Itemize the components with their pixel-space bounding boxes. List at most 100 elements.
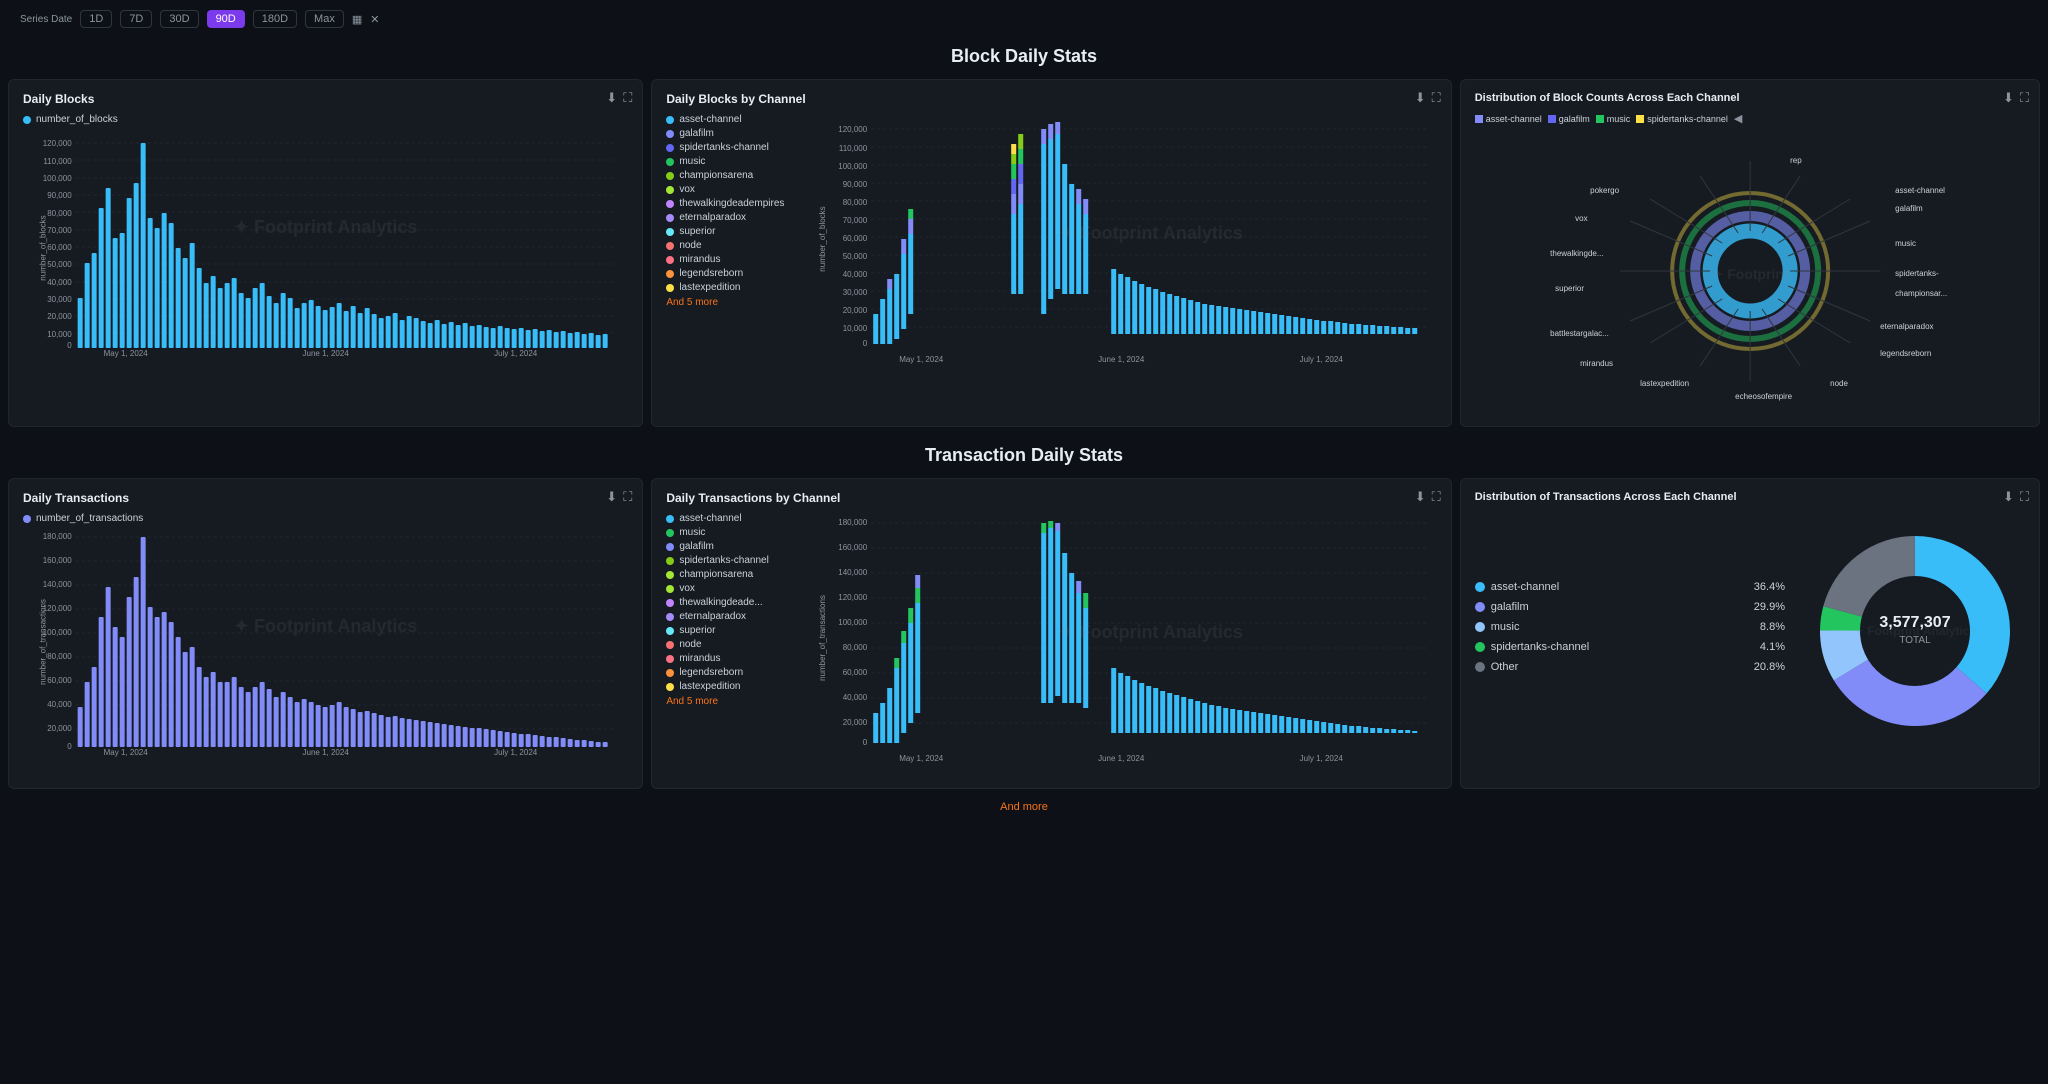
blocks-channel-more[interactable]: And 5 more	[666, 297, 796, 308]
svg-text:battlestargalac...: battlestargalac...	[1550, 329, 1609, 338]
and-more-link[interactable]: And more	[0, 793, 2048, 821]
donut-label-galafilm: galafilm	[1491, 601, 1748, 613]
svg-text:championsаr...: championsаr...	[1895, 289, 1947, 298]
svg-text:rep: rep	[1790, 156, 1802, 165]
btn-1d[interactable]: 1D	[80, 10, 112, 28]
dist-blocks-legend-chips: asset-channel galafilm music spidertanks…	[1475, 112, 2025, 125]
panel6-icons: ⬇ ⛶	[2003, 489, 2029, 505]
btn-180d[interactable]: 180D	[253, 10, 297, 28]
transactions-row: Daily Transactions ⬇ ⛶ number_of_transac…	[0, 478, 2048, 789]
legend-label-tx: number_of_transactions	[36, 513, 143, 524]
tx-channel-chart: number_of_transactions 180,000 160,000 1…	[806, 513, 1436, 776]
btn-30d[interactable]: 30D	[160, 10, 198, 28]
legend-mirandus: mirandus	[666, 254, 796, 265]
legend-dot-tx	[23, 515, 31, 523]
svg-text:0: 0	[67, 341, 72, 350]
panel2-icons: ⬇ ⛶	[1415, 90, 1441, 106]
download-icon3[interactable]: ⬇	[2003, 90, 2014, 106]
svg-text:80,000: 80,000	[843, 198, 868, 207]
btn-90d[interactable]: 90D	[207, 10, 245, 28]
panel5-icons: ⬇ ⛶	[1415, 489, 1441, 505]
svg-text:50,000: 50,000	[47, 260, 72, 269]
svg-text:spidertanks-: spidertanks-	[1895, 269, 1939, 278]
dot-spidertanks	[1475, 642, 1485, 652]
svg-text:60,000: 60,000	[47, 243, 72, 252]
expand-icon5[interactable]: ⛶	[1432, 489, 1441, 505]
svg-text:vox: vox	[1575, 214, 1587, 223]
distribution-tx-title: Distribution of Transactions Across Each…	[1475, 491, 1915, 503]
svg-text:number_of_blocks: number_of_blocks	[819, 206, 828, 271]
blocks-row: Daily Blocks ⬇ ⛶ number_of_blocks 120,00…	[0, 79, 2048, 427]
expand-icon4[interactable]: ⛶	[623, 489, 632, 505]
svg-text:20,000: 20,000	[843, 306, 868, 315]
close-icon[interactable]: ✕	[370, 13, 379, 26]
expand-icon[interactable]: ⛶	[623, 90, 632, 106]
distribution-tx-panel: Distribution of Transactions Across Each…	[1460, 478, 2040, 789]
arrow-right-icon[interactable]: ◀	[1734, 112, 1742, 125]
svg-text:10,000: 10,000	[47, 330, 72, 339]
svg-text:asset-channel: asset-channel	[1895, 186, 1945, 195]
svg-text:echeosofempire: echeosofempire	[1735, 392, 1792, 401]
calendar-icon[interactable]: ▦	[352, 13, 362, 26]
download-icon5[interactable]: ⬇	[1415, 489, 1426, 505]
daily-blocks-panel: Daily Blocks ⬇ ⛶ number_of_blocks 120,00…	[8, 79, 643, 427]
tx-channel-more[interactable]: And 5 more	[666, 696, 796, 707]
legend-eternal: eternalparadox	[666, 212, 796, 223]
svg-text:June 1, 2024: June 1, 2024	[303, 748, 350, 757]
legend-label-blocks: number_of_blocks	[36, 114, 118, 125]
svg-text:20,000: 20,000	[47, 312, 72, 321]
download-icon2[interactable]: ⬇	[1415, 90, 1426, 106]
download-icon[interactable]: ⬇	[606, 90, 617, 106]
tx-legend-node: node	[666, 639, 796, 650]
daily-tx-chart: 180,000 160,000 140,000 120,000 100,000 …	[23, 527, 628, 760]
svg-text:June 1, 2024: June 1, 2024	[303, 349, 350, 358]
daily-tx-channel-title: Daily Transactions by Channel	[666, 491, 1436, 505]
svg-text:160,000: 160,000	[43, 556, 72, 565]
svg-text:100,000: 100,000	[839, 618, 868, 627]
tx-legend-legends: legendsreborn	[666, 667, 796, 678]
download-icon6[interactable]: ⬇	[2003, 489, 2014, 505]
expand-icon6[interactable]: ⛶	[2020, 489, 2029, 505]
daily-transactions-panel: Daily Transactions ⬇ ⛶ number_of_transac…	[8, 478, 643, 789]
svg-text:30,000: 30,000	[47, 295, 72, 304]
svg-text:140,000: 140,000	[43, 580, 72, 589]
svg-text:mirandus: mirandus	[1580, 359, 1613, 368]
dot-other	[1475, 662, 1485, 672]
tx-legend-mirandus: mirandus	[666, 653, 796, 664]
tx-legend-champions: championsarena	[666, 569, 796, 580]
distribution-blocks-title: Distribution of Block Counts Across Each…	[1475, 92, 1915, 104]
expand-icon2[interactable]: ⛶	[1432, 90, 1441, 106]
expand-icon3[interactable]: ⛶	[2020, 90, 2029, 106]
donut-pct-spidertanks: 4.1%	[1760, 641, 1785, 653]
svg-text:70,000: 70,000	[47, 226, 72, 235]
svg-text:number_of_blocks: number_of_blocks	[39, 215, 48, 280]
panel4-icons: ⬇ ⛶	[606, 489, 632, 505]
dot-music	[1475, 622, 1485, 632]
svg-text:eternalparadox: eternalparadox	[1880, 322, 1933, 331]
svg-text:40,000: 40,000	[843, 270, 868, 279]
legend-champions: championsarena	[666, 170, 796, 181]
donut-legend-asset: asset-channel 36.4%	[1475, 581, 1785, 593]
donut-section: asset-channel 36.4% galafilm 29.9% music…	[1475, 511, 2025, 751]
btn-max[interactable]: Max	[305, 10, 344, 28]
svg-text:140,000: 140,000	[839, 568, 868, 577]
donut-chart-container: 3,577,307 TOTAL ✦ Footprint Analytics	[1805, 521, 2025, 741]
svg-text:number_of_transactions: number_of_transactions	[819, 595, 828, 681]
legend-node: node	[666, 240, 796, 251]
svg-text:20,000: 20,000	[47, 724, 72, 733]
btn-7d[interactable]: 7D	[120, 10, 152, 28]
legend-asset: asset-channel	[666, 114, 796, 125]
svg-text:180,000: 180,000	[43, 532, 72, 541]
download-icon4[interactable]: ⬇	[606, 489, 617, 505]
dot-galafilm	[1475, 602, 1485, 612]
svg-text:20,000: 20,000	[843, 718, 868, 727]
legend-galafilm: galafilm	[666, 128, 796, 139]
tx-legend-music: music	[666, 527, 796, 538]
svg-text:July 1, 2024: July 1, 2024	[494, 748, 538, 757]
donut-legend: asset-channel 36.4% galafilm 29.9% music…	[1475, 581, 1785, 681]
donut-pct-galafilm: 29.9%	[1754, 601, 1785, 613]
blocks-channel-content: asset-channel galafilm spidertanks-chann…	[666, 114, 1436, 377]
svg-text:0: 0	[863, 339, 868, 348]
svg-text:60,000: 60,000	[47, 676, 72, 685]
svg-text:pokergo: pokergo	[1590, 186, 1619, 195]
